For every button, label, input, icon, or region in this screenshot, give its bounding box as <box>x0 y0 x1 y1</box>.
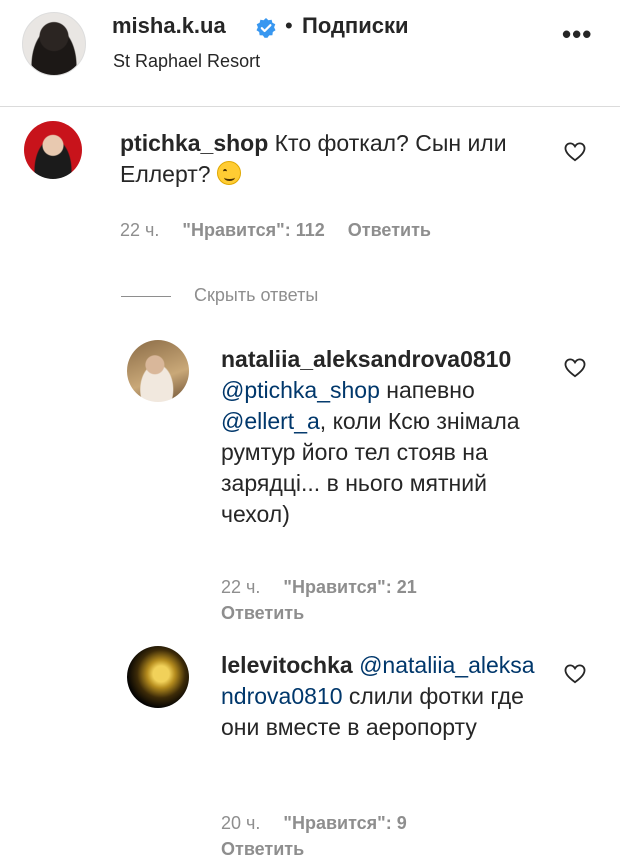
commenter-avatar[interactable] <box>127 340 189 402</box>
replies-line <box>121 296 171 297</box>
heart-outline-icon[interactable] <box>564 142 586 162</box>
comment-username[interactable]: ptichka_shop <box>120 130 268 156</box>
commenter-avatar[interactable] <box>24 121 82 179</box>
smirk-emoji-icon <box>216 161 241 185</box>
comment-body: ptichka_shop Кто фоткал? Сын или Еллерт? <box>120 128 550 190</box>
comment-body: nataliia_aleksandrova0810 @ptichka_shop … <box>221 344 543 530</box>
following-button[interactable]: Подписки <box>302 13 409 39</box>
post-header: misha.k.ua • Подписки St Raphael Resort … <box>0 0 620 108</box>
comment-likes[interactable]: "Нравится": 112 <box>182 220 324 240</box>
comment-time: 22 ч. <box>221 577 261 597</box>
comment-likes[interactable]: "Нравится": 21 <box>283 577 416 597</box>
heart-outline-icon[interactable] <box>564 664 586 684</box>
reply-button[interactable]: Ответить <box>221 839 304 859</box>
comment-time: 20 ч. <box>221 813 261 833</box>
heart-outline-icon[interactable] <box>564 358 586 378</box>
comment-time: 22 ч. <box>120 220 160 240</box>
mention-link[interactable]: @ptichka_shop <box>221 377 380 403</box>
comment-body: lelevitochka @nataliia_aleksandrova0810 … <box>221 650 543 743</box>
post-location[interactable]: St Raphael Resort <box>113 51 260 72</box>
comment-meta: 20 ч. "Нравится": 9 Ответить <box>221 810 407 862</box>
comment-likes[interactable]: "Нравится": 9 <box>283 813 406 833</box>
reply-button[interactable]: Ответить <box>221 603 304 623</box>
comment-meta: 22 ч. "Нравится": 21 Ответить <box>221 574 417 626</box>
header-separator: • <box>285 13 293 38</box>
author-username[interactable]: misha.k.ua <box>112 13 226 39</box>
mention-link[interactable]: @ellert_a <box>221 408 320 434</box>
comment-text: напевно <box>379 377 475 403</box>
comment-username[interactable]: lelevitochka <box>221 652 353 678</box>
comment-username[interactable]: nataliia_aleksandrova0810 <box>221 346 511 372</box>
commenter-avatar[interactable] <box>127 646 189 708</box>
verified-badge-icon <box>256 18 276 38</box>
hide-replies-button[interactable]: Скрыть ответы <box>194 285 318 306</box>
comment-meta: 22 ч. "Нравится": 112 Ответить <box>120 220 431 241</box>
more-options-icon[interactable]: ••• <box>562 21 592 47</box>
header-divider <box>0 106 620 107</box>
reply-button[interactable]: Ответить <box>348 220 431 240</box>
author-avatar[interactable] <box>22 12 86 76</box>
